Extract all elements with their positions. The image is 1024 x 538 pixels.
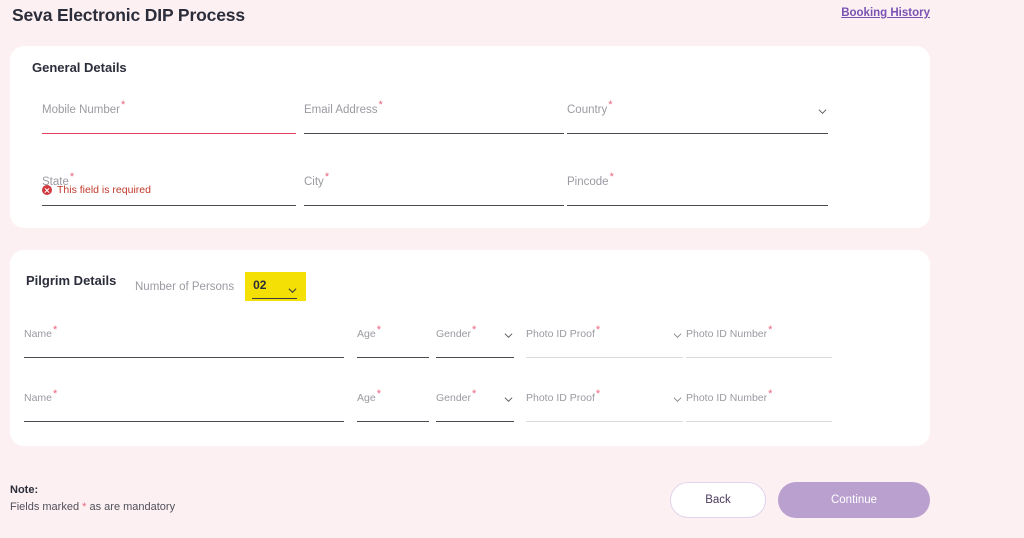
note-text-after: as are mandatory: [89, 501, 175, 513]
pilgrim-1-id-proof-select[interactable]: Photo ID Proof*: [526, 328, 683, 358]
number-of-persons-group: Number of Persons 02: [135, 272, 306, 301]
pilgrim-2-gender-select[interactable]: Gender*: [436, 392, 514, 422]
pilgrim-1-id-proof-underline: [526, 357, 683, 358]
note-text-before: Fields marked: [10, 501, 79, 513]
pilgrim-2-id-number-label: Photo ID Number*: [686, 392, 772, 404]
pilgrim-1-id-number-underline: [686, 357, 832, 358]
chevron-down-icon[interactable]: [673, 395, 682, 404]
pilgrim-1-id-number-label: Photo ID Number*: [686, 328, 772, 340]
pilgrim-1-name-label: Name*: [24, 328, 57, 340]
number-of-persons-value: 02: [253, 278, 266, 292]
general-details-card: General Details Mobile Number* This fiel…: [10, 46, 930, 228]
note-star: *: [82, 501, 86, 513]
country-select[interactable]: Country*: [567, 104, 828, 134]
pilgrim-2-age-field[interactable]: Age*: [357, 392, 429, 422]
pilgrim-1-age-label: Age*: [357, 328, 381, 340]
city-underline: [304, 205, 564, 206]
pilgrim-2-gender-underline: [436, 421, 514, 422]
chevron-down-icon[interactable]: [818, 107, 827, 116]
country-label: Country*: [567, 104, 613, 116]
mandatory-note: Note: Fields marked * as are mandatory: [10, 484, 175, 513]
pilgrim-1-gender-select[interactable]: Gender*: [436, 328, 514, 358]
pilgrim-1-gender-label: Gender*: [436, 328, 476, 340]
state-underline: [42, 205, 296, 206]
pilgrim-details-card: Pilgrim Details Number of Persons 02 Nam…: [10, 250, 930, 446]
mobile-number-field[interactable]: Mobile Number*: [42, 104, 296, 134]
pilgrim-1-id-proof-label: Photo ID Proof*: [526, 328, 600, 340]
pilgrim-2-id-number-underline: [686, 421, 832, 422]
pincode-field[interactable]: Pincode*: [567, 176, 828, 206]
pilgrim-1-id-number-field[interactable]: Photo ID Number*: [686, 328, 832, 358]
pilgrim-1-name-field[interactable]: Name*: [24, 328, 344, 358]
email-address-field[interactable]: Email Address*: [304, 104, 564, 134]
pilgrim-2-age-label: Age*: [357, 392, 381, 404]
back-button[interactable]: Back: [670, 482, 766, 518]
chevron-down-icon[interactable]: [504, 395, 513, 404]
mobile-number-underline: [42, 133, 296, 135]
pilgrim-2-id-number-field[interactable]: Photo ID Number*: [686, 392, 832, 422]
number-of-persons-underline: [252, 298, 297, 300]
mobile-number-label: Mobile Number*: [42, 104, 125, 116]
pilgrim-2-name-field[interactable]: Name*: [24, 392, 344, 422]
number-of-persons-select[interactable]: 02: [245, 272, 306, 301]
page-title: Seva Electronic DIP Process: [12, 5, 245, 26]
pilgrim-1-age-underline: [357, 357, 429, 358]
continue-button[interactable]: Continue: [778, 482, 930, 518]
pilgrim-1-age-field[interactable]: Age*: [357, 328, 429, 358]
state-label: State*: [42, 176, 74, 188]
pilgrim-2-name-underline: [24, 421, 344, 422]
note-title: Note:: [10, 484, 175, 496]
email-address-underline: [304, 133, 564, 134]
pincode-underline: [567, 205, 828, 206]
pilgrim-2-id-proof-label: Photo ID Proof*: [526, 392, 600, 404]
pincode-label: Pincode*: [567, 176, 614, 188]
booking-history-link[interactable]: Booking History: [841, 7, 930, 19]
top-bar: Seva Electronic DIP Process Booking Hist…: [0, 0, 1024, 40]
pilgrim-1-name-underline: [24, 357, 344, 358]
email-address-label: Email Address*: [304, 104, 383, 116]
state-field[interactable]: State*: [42, 176, 296, 206]
general-details-title: General Details: [32, 60, 127, 75]
chevron-down-icon[interactable]: [288, 282, 297, 291]
pilgrim-2-age-underline: [357, 421, 429, 422]
pilgrim-2-name-label: Name*: [24, 392, 57, 404]
city-label: City*: [304, 176, 329, 188]
city-field[interactable]: City*: [304, 176, 564, 206]
note-text: Fields marked * as are mandatory: [10, 501, 175, 513]
chevron-down-icon[interactable]: [504, 331, 513, 340]
country-underline: [567, 133, 828, 134]
pilgrim-2-id-proof-underline: [526, 421, 683, 422]
number-of-persons-label: Number of Persons: [135, 281, 234, 293]
chevron-down-icon[interactable]: [673, 331, 682, 340]
pilgrim-details-title: Pilgrim Details: [26, 273, 116, 288]
pilgrim-2-id-proof-select[interactable]: Photo ID Proof*: [526, 392, 683, 422]
pilgrim-2-gender-label: Gender*: [436, 392, 476, 404]
pilgrim-1-gender-underline: [436, 357, 514, 358]
